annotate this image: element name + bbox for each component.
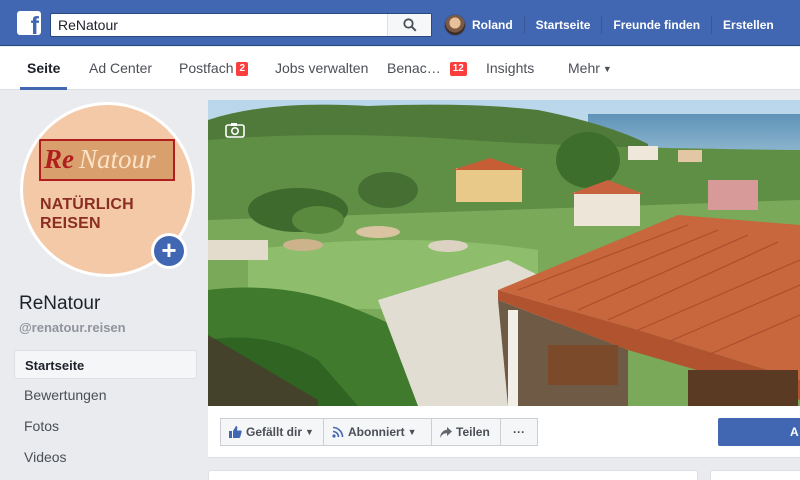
tagline-line-2: REISEN (40, 215, 101, 232)
call-to-action-button[interactable]: A (718, 418, 800, 446)
content-card (208, 470, 698, 480)
logo-re-text: Re (44, 144, 74, 174)
page-tab-bar: Seite Ad Center Postfach 2 Jobs verwalten… (0, 47, 800, 90)
tab-postfach[interactable]: Postfach 2 (179, 47, 249, 90)
tab-ad-center[interactable]: Ad Center (89, 47, 152, 90)
caret-down-icon: ▼ (602, 64, 612, 74)
tab-ad-center-label: Ad Center (89, 60, 153, 76)
top-navigation-bar: f Roland Startseite Freunde finden Erste… (0, 0, 800, 46)
add-profile-photo-button[interactable]: + (151, 233, 187, 269)
tab-benac-label: Benac… (387, 60, 441, 76)
nav-home-link[interactable]: Startseite (523, 16, 602, 34)
logo-tagline: NATÜRLICH REISEN (40, 195, 134, 233)
nav-find-friends-link[interactable]: Freunde finden (601, 16, 711, 34)
top-nav-links: Roland Startseite Freunde finden Erstell… (444, 13, 785, 37)
tab-insights[interactable]: Insights (486, 47, 534, 90)
page-username[interactable]: @renatour.reisen (19, 320, 126, 335)
postfach-badge: 2 (236, 62, 249, 76)
tab-mehr[interactable]: Mehr ▼ (568, 47, 612, 90)
sidebar-item-videos[interactable]: Videos (14, 443, 197, 472)
user-profile-link[interactable]: Roland (472, 16, 524, 34)
share-button[interactable]: Teilen (431, 418, 501, 446)
cover-landscape-illustration (208, 100, 800, 406)
follow-button-label: Abonniert (348, 425, 405, 439)
tab-insights-label: Insights (486, 60, 535, 76)
benac-badge: 12 (449, 62, 467, 76)
like-button[interactable]: Gefällt dir ▼ (220, 418, 324, 446)
share-arrow-icon (440, 426, 452, 438)
search-input[interactable] (51, 14, 391, 36)
page-title[interactable]: ReNatour (19, 293, 100, 315)
like-button-label: Gefällt dir (246, 425, 303, 439)
renatour-logo: Re Natour (39, 139, 175, 181)
sidebar-item-fotos[interactable]: Fotos (14, 412, 197, 441)
logo-natour-text: Natour (79, 144, 156, 174)
follow-button[interactable]: Abonniert ▼ (323, 418, 432, 446)
caret-down-icon: ▼ (305, 427, 314, 437)
search-box (50, 13, 432, 37)
cta-button-label: A (790, 425, 799, 439)
rss-icon (332, 426, 344, 438)
tab-benachrichtigungen[interactable]: Benac… 12 (387, 47, 467, 90)
tab-jobs[interactable]: Jobs verwalten (275, 47, 368, 90)
tab-seite-label: Seite (27, 60, 61, 76)
tab-jobs-label: Jobs verwalten (275, 60, 369, 76)
cover-photo[interactable] (208, 100, 800, 406)
tab-mehr-label: Mehr (568, 60, 600, 76)
tab-seite[interactable]: Seite (20, 47, 68, 90)
facebook-logo-icon[interactable]: f (17, 11, 41, 35)
sidebar-item-bewertungen[interactable]: Bewertungen (14, 381, 197, 410)
tagline-line-1: NATÜRLICH (40, 196, 134, 213)
search-button[interactable] (387, 14, 431, 36)
user-avatar[interactable] (444, 14, 466, 36)
sidebar-item-startseite[interactable]: Startseite (14, 350, 197, 379)
nav-create-link[interactable]: Erstellen (711, 16, 785, 34)
more-options-icon: ··· (513, 425, 525, 439)
more-options-button[interactable]: ··· (500, 418, 538, 446)
thumbs-up-icon (229, 426, 242, 438)
plus-icon: + (154, 236, 184, 266)
share-button-label: Teilen (456, 425, 490, 439)
page-action-bar: Gefällt dir ▼ Abonniert ▼ Teilen ··· A (208, 406, 800, 458)
tab-postfach-label: Postfach (179, 60, 234, 76)
side-card (710, 470, 800, 480)
search-icon (402, 18, 417, 32)
camera-icon[interactable] (225, 122, 245, 138)
caret-down-icon: ▼ (407, 427, 417, 437)
